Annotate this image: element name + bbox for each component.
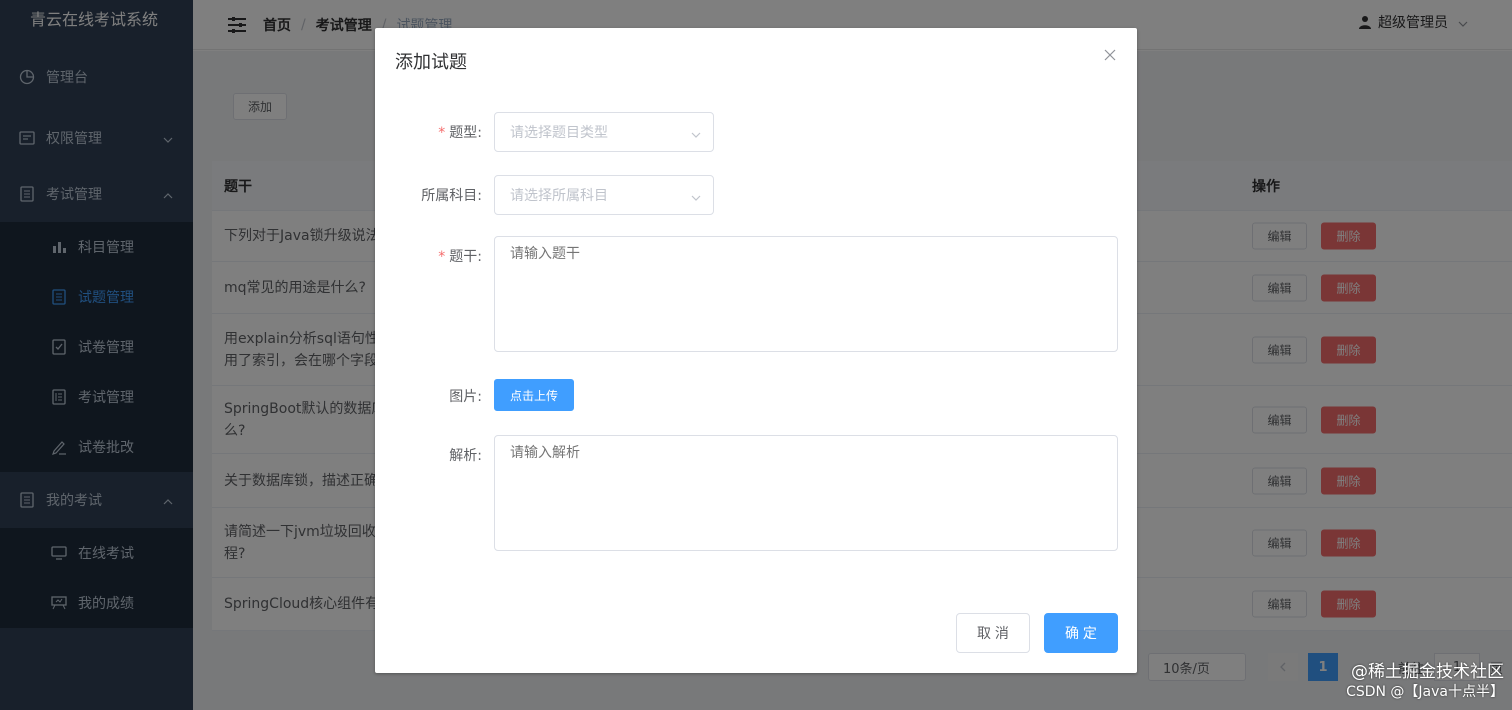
stem-textarea[interactable]: [494, 236, 1118, 352]
subject-label: 所属科目:: [421, 188, 482, 204]
watermark-line2: CSDN @【Java十点半】: [1346, 684, 1504, 700]
type-label: * 题型:: [438, 125, 482, 141]
confirm-button[interactable]: 确 定: [1044, 613, 1118, 653]
stem-label: * 题干:: [438, 249, 482, 265]
watermark: @稀土掘金技术社区 CSDN @【Java十点半】: [1346, 662, 1504, 702]
chevron-down-icon: [691, 128, 701, 138]
cancel-button[interactable]: 取 消: [956, 613, 1030, 653]
required-mark: *: [438, 249, 446, 265]
required-mark: *: [438, 125, 446, 141]
dialog-title: 添加试题: [395, 52, 467, 73]
question-type-placeholder: 请选择题目类型: [510, 125, 608, 141]
watermark-line1: @稀土掘金技术社区: [1351, 662, 1504, 682]
chevron-down-icon: [691, 191, 701, 201]
upload-button[interactable]: 点击上传: [494, 379, 574, 411]
subject-select[interactable]: 请选择所属科目: [494, 175, 714, 215]
image-label: 图片:: [449, 389, 482, 405]
analysis-textarea[interactable]: [494, 435, 1118, 551]
analysis-label: 解析:: [449, 448, 482, 464]
add-question-dialog: 添加试题 *题型: 请选择题目类型 所属科目: 请选择所属科目 *题干: 图片:…: [375, 28, 1137, 673]
close-icon[interactable]: [1103, 48, 1117, 62]
question-type-select[interactable]: 请选择题目类型: [494, 112, 714, 152]
subject-placeholder: 请选择所属科目: [510, 188, 608, 204]
